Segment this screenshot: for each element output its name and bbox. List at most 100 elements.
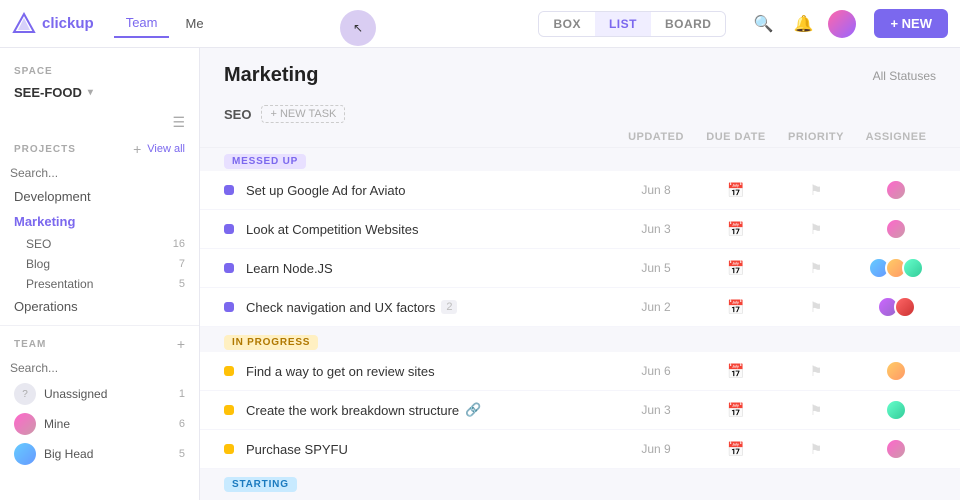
main-header: Marketing All Statuses — [200, 48, 960, 95]
avatar — [885, 360, 907, 382]
task-name: Find a way to get on review sites — [246, 364, 616, 379]
sidebar-sub-seo[interactable]: SEO16 — [0, 234, 199, 254]
projects-header: PROJECTS + View all — [0, 137, 199, 161]
task-priority: ⚑ — [776, 441, 856, 458]
task-assignee — [856, 218, 936, 240]
task-name: Create the work breakdown structure 🔗 — [246, 402, 616, 418]
member-bighead[interactable]: Big Head 5 — [0, 439, 199, 469]
task-duedate: 📅 — [696, 221, 776, 238]
all-status-label[interactable]: All Statuses — [873, 69, 936, 83]
col-updated-header: UPDATED — [616, 131, 696, 143]
nav-tab-team[interactable]: Team — [114, 9, 170, 38]
table-row[interactable]: Set up Google Ad for Aviato Jun 8 📅 ⚑ — [200, 171, 960, 210]
task-priority: ⚑ — [776, 260, 856, 277]
col-priority-header: PRIORITY — [776, 131, 856, 143]
link-icon: 🔗 — [465, 402, 481, 418]
calendar-icon: 📅 — [727, 441, 744, 457]
sidebar-item-operations[interactable]: Operations — [0, 294, 199, 319]
col-duedate-header: DUE DATE — [696, 131, 776, 143]
task-priority: ⚑ — [776, 299, 856, 316]
project-search-input[interactable] — [10, 166, 189, 180]
task-assignee — [856, 257, 936, 279]
table-row[interactable]: Check navigation and UX factors 2 Jun 2 … — [200, 288, 960, 327]
search-icon-btn[interactable]: 🔍 — [748, 9, 778, 39]
table-row[interactable]: Look at Competition Websites Jun 3 📅 ⚑ — [200, 210, 960, 249]
topnav: clickup Team Me ↖ BOX LIST BOARD 🔍 🔔 + N… — [0, 0, 960, 48]
task-dot — [224, 185, 234, 195]
table-row[interactable]: Learn Node.JS Jun 5 📅 ⚑ — [200, 249, 960, 288]
task-priority: ⚑ — [776, 363, 856, 380]
sidebar-item-marketing[interactable]: Marketing — [0, 209, 199, 234]
table-row[interactable]: Purchase SPYFU Jun 9 📅 ⚑ — [200, 430, 960, 469]
view-box[interactable]: BOX — [539, 12, 595, 36]
notification-icon-btn[interactable]: 🔔 — [788, 9, 818, 39]
task-priority: ⚑ — [776, 182, 856, 199]
task-updated: Jun 6 — [616, 364, 696, 378]
task-tag: 2 — [441, 300, 457, 314]
topnav-icons: 🔍 🔔 + NEW — [748, 9, 948, 39]
member-unassigned[interactable]: ? Unassigned 1 — [0, 379, 199, 409]
task-name: Purchase SPYFU — [246, 442, 616, 457]
priority-icon: ⚑ — [810, 363, 823, 379]
task-name: Set up Google Ad for Aviato — [246, 183, 616, 198]
task-duedate: 📅 — [696, 363, 776, 380]
task-duedate: 📅 — [696, 402, 776, 419]
view-list[interactable]: LIST — [595, 12, 651, 36]
task-name: Learn Node.JS — [246, 261, 616, 276]
table-row[interactable]: Create the work breakdown structure 🔗 Ju… — [200, 391, 960, 430]
page-title: Marketing — [224, 64, 318, 87]
new-button[interactable]: + NEW — [874, 9, 948, 38]
task-updated: Jun 3 — [616, 403, 696, 417]
group-in-progress: IN PROGRESS Find a way to get on review … — [200, 329, 960, 469]
status-badge-in-progress: IN PROGRESS — [224, 335, 318, 350]
task-priority: ⚑ — [776, 221, 856, 238]
project-search — [0, 161, 199, 184]
priority-icon: ⚑ — [810, 402, 823, 418]
table-row[interactable]: Find a way to get on review sites Jun 6 … — [200, 352, 960, 391]
priority-icon: ⚑ — [810, 182, 823, 198]
task-dot — [224, 444, 234, 454]
group-messed-up: MESSED UP Set up Google Ad for Aviato Ju… — [200, 148, 960, 327]
task-updated: Jun 3 — [616, 222, 696, 236]
section-header: SEO + NEW TASK — [200, 95, 960, 127]
view-board[interactable]: BOARD — [651, 12, 726, 36]
task-name: Check navigation and UX factors 2 — [246, 300, 616, 315]
task-priority: ⚑ — [776, 402, 856, 419]
table-headers: UPDATED DUE DATE PRIORITY ASSIGNEE — [200, 127, 960, 148]
sidebar-sub-blog[interactable]: Blog7 — [0, 254, 199, 274]
avatar — [885, 218, 907, 240]
logo-icon — [12, 12, 36, 36]
user-avatar[interactable] — [828, 10, 856, 38]
task-assignee — [856, 399, 936, 421]
section-name: SEO — [224, 107, 251, 122]
task-duedate: 📅 — [696, 441, 776, 458]
add-project-icon[interactable]: + — [133, 141, 141, 157]
nav-tab-me[interactable]: Me — [173, 9, 215, 38]
sidebar-sub-presentation[interactable]: Presentation5 — [0, 274, 199, 294]
avatar — [885, 179, 907, 201]
calendar-icon: 📅 — [727, 260, 744, 276]
avatar — [902, 257, 924, 279]
priority-icon: ⚑ — [810, 441, 823, 457]
avatar — [885, 399, 907, 421]
calendar-icon: 📅 — [727, 221, 744, 237]
task-updated: Jun 8 — [616, 183, 696, 197]
calendar-icon: 📅 — [727, 402, 744, 418]
task-duedate: 📅 — [696, 299, 776, 316]
filter-icon[interactable]: ☰ — [172, 114, 185, 131]
team-search-input[interactable] — [10, 361, 189, 375]
view-all-link[interactable]: View all — [147, 143, 185, 155]
space-name[interactable]: SEE-FOOD ▾ — [0, 81, 199, 108]
body: SPACE SEE-FOOD ▾ ☰ PROJECTS + View all D… — [0, 48, 960, 500]
calendar-icon: 📅 — [727, 363, 744, 379]
task-duedate: 📅 — [696, 182, 776, 199]
add-team-icon[interactable]: + — [177, 336, 185, 352]
task-dot — [224, 405, 234, 415]
view-toggle: BOX LIST BOARD — [538, 11, 726, 37]
unassigned-avatar: ? — [14, 383, 36, 405]
sidebar-item-development[interactable]: Development — [0, 184, 199, 209]
new-task-button[interactable]: + NEW TASK — [261, 105, 345, 123]
member-mine[interactable]: Mine 6 — [0, 409, 199, 439]
priority-icon: ⚑ — [810, 260, 823, 276]
space-label: SPACE — [0, 58, 199, 81]
